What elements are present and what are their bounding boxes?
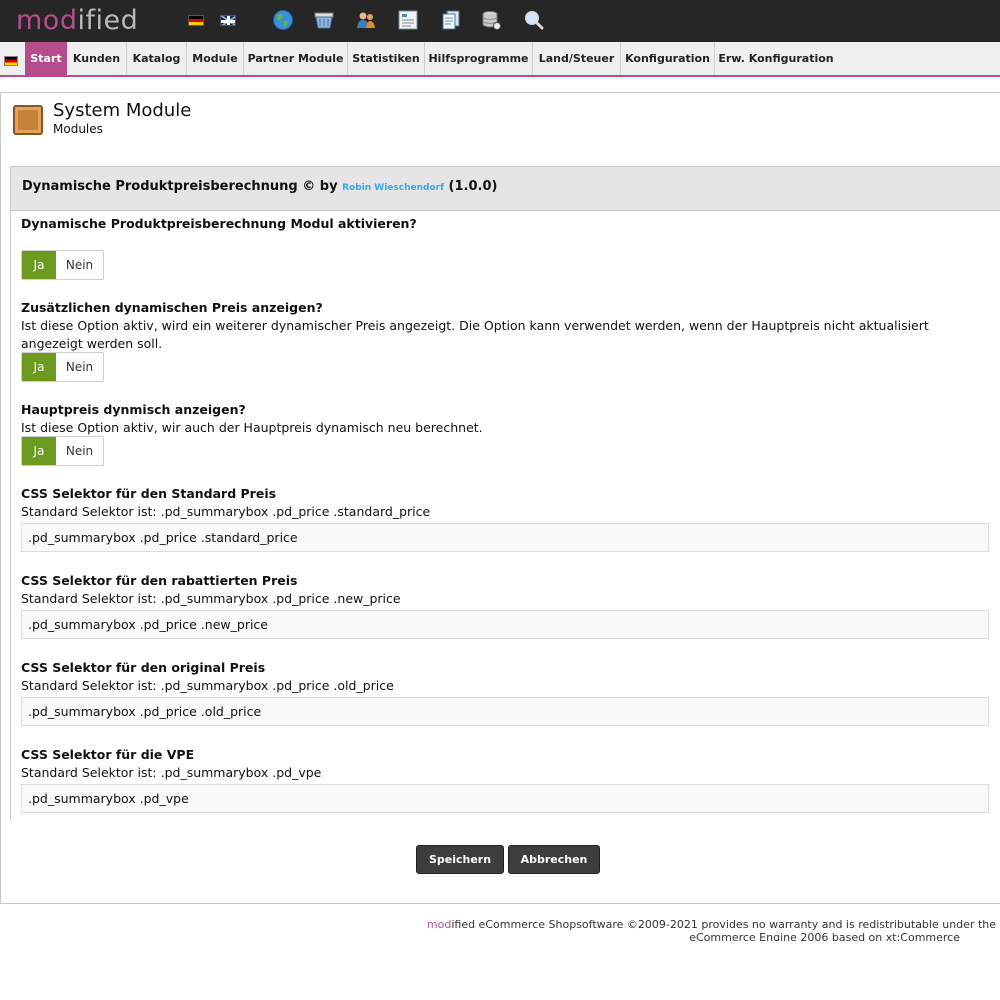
logo-part-mod: mod (16, 5, 78, 36)
nav-item-kunden[interactable]: Kunden (67, 42, 127, 75)
nav-item-partner-module[interactable]: Partner Module (244, 42, 348, 75)
top-bar: modified (0, 0, 1000, 42)
customers-icon[interactable] (355, 9, 377, 31)
option-activate-no[interactable]: Nein (56, 251, 103, 279)
nav-item-start[interactable]: Start (25, 42, 67, 75)
cancel-button[interactable]: Abbrechen (508, 845, 600, 874)
field-vpe-desc: Standard Selektor ist: .pd_summarybox .p… (21, 765, 322, 780)
option-main-price-desc: Ist diese Option aktiv, wir auch der Hau… (21, 420, 483, 435)
field-standard-price-desc: Standard Selektor ist: .pd_summarybox .p… (21, 504, 431, 519)
nav-item-land-steuer[interactable]: Land/Steuer (533, 42, 621, 75)
logo-part-ified: ified (77, 5, 139, 36)
module-title: Dynamische Produktpreisberechnung © by R… (22, 179, 497, 194)
field-original-price-input[interactable]: .pd_summarybox .pd_price .old_price (21, 697, 989, 726)
module-name: Dynamische Produktpreisberechnung © by (22, 179, 338, 194)
nav-item-statistiken[interactable]: Statistiken (348, 42, 425, 75)
page-title: System Module (53, 100, 192, 121)
footer-engine-note: eCommerce Engine 2006 based on xt:Commer… (689, 931, 960, 941)
database-icon[interactable] (480, 9, 502, 31)
module-author-link[interactable]: Robin Wieschendorf (342, 183, 444, 193)
nav-item-konfiguration[interactable]: Konfiguration (621, 42, 715, 75)
nav-item-module[interactable]: Module (187, 42, 244, 75)
module-header: Dynamische Produktpreisberechnung © by R… (11, 167, 1000, 211)
nav-item-hilfsprogramme[interactable]: Hilfsprogramme (425, 42, 533, 75)
nav-item-erw-konfiguration[interactable]: Erw. Konfiguration (715, 42, 837, 75)
field-vpe-title: CSS Selektor für die VPE (21, 747, 195, 762)
option-extra-price-title: Zusätzlichen dynamischen Preis anzeigen? (21, 300, 323, 315)
option-main-price-yes[interactable]: Ja (22, 437, 56, 465)
option-activate-yes[interactable]: Ja (22, 251, 56, 279)
option-main-price-no[interactable]: Nein (56, 437, 103, 465)
field-discount-price-title: CSS Selektor für den rabattierten Preis (21, 573, 298, 588)
option-activate-toggle: Ja Nein (21, 250, 104, 280)
field-standard-price-title: CSS Selektor für den Standard Preis (21, 486, 277, 501)
option-extra-price-yes[interactable]: Ja (22, 353, 56, 381)
main-nav: Start Kunden Katalog Module Partner Modu… (0, 42, 1000, 77)
option-extra-price-toggle: Ja Nein (21, 352, 104, 382)
field-standard-price-input[interactable]: .pd_summarybox .pd_price .standard_price (21, 523, 989, 552)
logo[interactable]: modified (16, 4, 138, 38)
option-extra-price-no[interactable]: Nein (56, 353, 103, 381)
uk-flag-icon[interactable] (220, 15, 236, 26)
option-main-price-toggle: Ja Nein (21, 436, 104, 466)
option-main-price-title: Hauptpreis dynmisch anzeigen? (21, 402, 246, 417)
footer-copyright: modified eCommerce Shopsoftware ©2009-20… (427, 918, 996, 931)
field-vpe-input[interactable]: .pd_summarybox .pd_vpe (21, 784, 989, 813)
field-original-price-desc: Standard Selektor ist: .pd_summarybox .p… (21, 678, 394, 693)
nav-item-katalog[interactable]: Katalog (127, 42, 187, 75)
footer-brand: mod (426, 918, 452, 931)
option-activate-title: Dynamische Produktpreisberechnung Modul … (21, 216, 417, 231)
option-extra-price-desc: Ist diese Option aktiv, wird ein weitere… (21, 318, 929, 351)
language-flag-icon[interactable] (4, 56, 18, 66)
save-button[interactable]: Speichern (416, 845, 504, 874)
field-discount-price-desc: Standard Selektor ist: .pd_summarybox .p… (21, 591, 401, 606)
globe-icon[interactable] (272, 9, 294, 31)
field-original-price-title: CSS Selektor für den original Preis (21, 660, 266, 675)
module-box-icon (13, 105, 43, 135)
basket-icon[interactable] (313, 9, 335, 31)
german-flag-icon[interactable] (188, 15, 204, 26)
search-icon[interactable] (523, 9, 545, 31)
module-version: (1.0.0) (448, 179, 498, 194)
report-icon[interactable] (397, 9, 419, 31)
footer-line1-text: ified eCommerce Shopsoftware ©2009-2021 … (451, 918, 996, 931)
field-discount-price-input[interactable]: .pd_summarybox .pd_price .new_price (21, 610, 989, 639)
page-subtitle: Modules (53, 122, 103, 136)
copy-icon[interactable] (440, 9, 462, 31)
